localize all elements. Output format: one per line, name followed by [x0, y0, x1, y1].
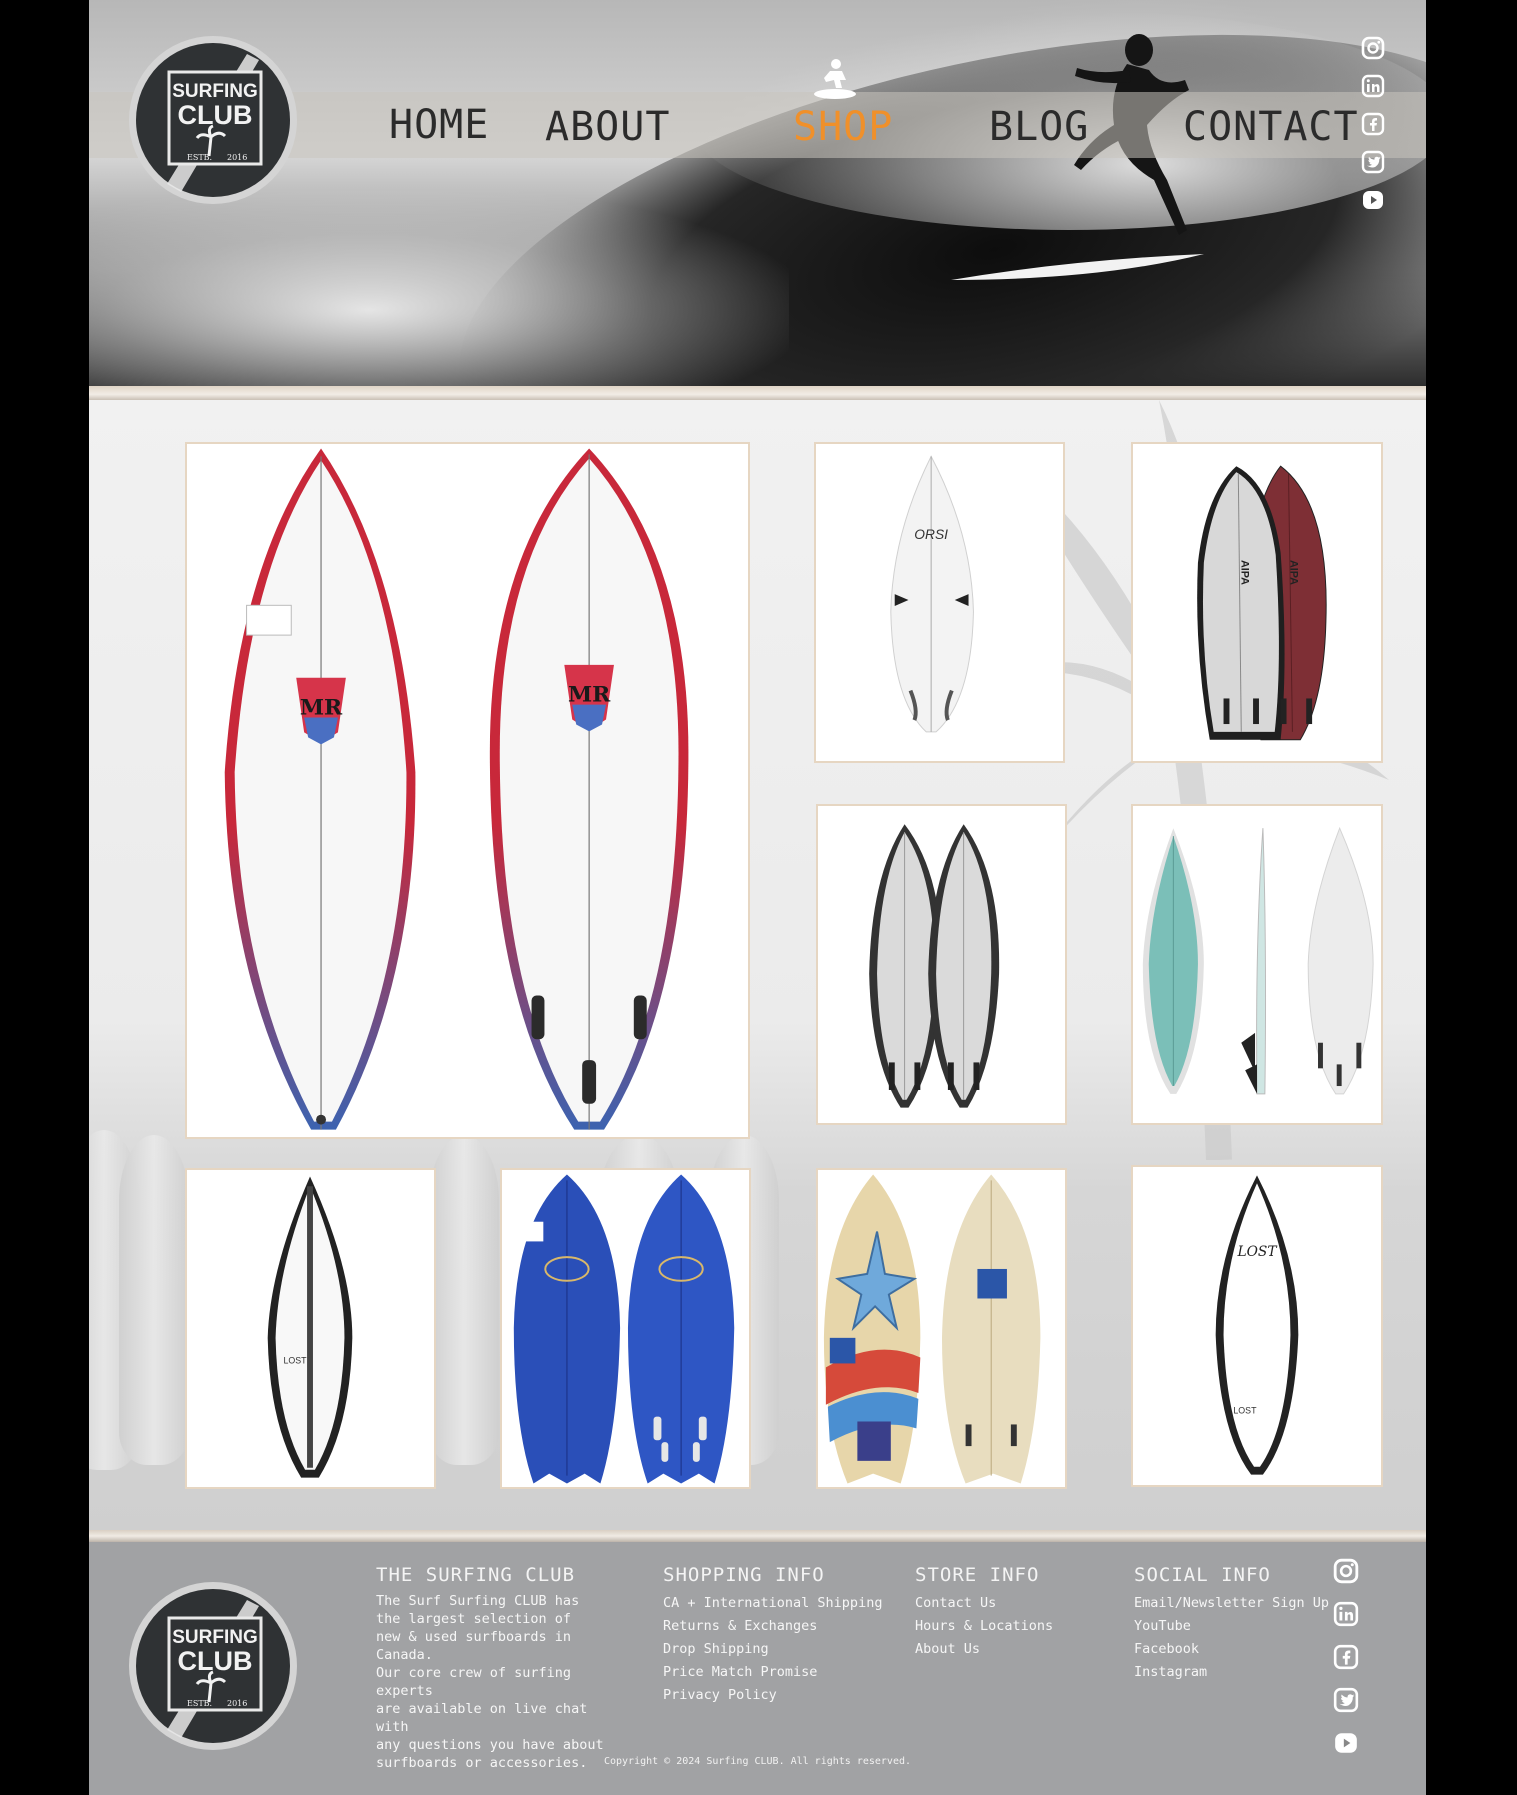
logo-badge: SURFING CLUB ESTB. 2016 [129, 1582, 297, 1750]
product-card-lost-shortboard[interactable]: LOST LOST [1131, 1165, 1383, 1487]
blue-fish-board-image [513, 1174, 735, 1484]
background-board [429, 1135, 499, 1465]
svg-text:AIPA: AIPA [1287, 560, 1299, 585]
footer-shopping-column: SHOPPING INFO CA + International Shippin… [663, 1564, 882, 1707]
product-card-grey-twin[interactable] [816, 804, 1067, 1125]
product-card-vintage-star-fish[interactable] [816, 1168, 1067, 1489]
hero-divider [89, 386, 1426, 400]
instagram-icon[interactable] [1333, 1558, 1359, 1584]
black-rail-shortboard-image: LOST [267, 1176, 353, 1478]
nav-about[interactable]: ABOUT [545, 104, 670, 150]
logo-year: 2016 [227, 153, 247, 162]
product-card-mr-twin[interactable]: MR MR [185, 442, 750, 1139]
grey-twin-board-image [869, 824, 1000, 1108]
background-board [119, 1135, 189, 1465]
footer-link-drop-shipping[interactable]: Drop Shipping [663, 1638, 882, 1661]
gallery-divider [89, 1530, 1426, 1542]
footer: SURFING CLUB ESTB. 2016 THE SURFING CLUB… [89, 1542, 1426, 1795]
footer-link-facebook[interactable]: Facebook [1134, 1638, 1329, 1661]
teal-shortboard-image [1142, 826, 1374, 1095]
youtube-icon[interactable] [1361, 188, 1385, 212]
footer-link-newsletter[interactable]: Email/Newsletter Sign Up [1134, 1592, 1329, 1615]
facebook-icon[interactable] [1333, 1644, 1359, 1670]
logo[interactable]: SURFING CLUB ESTB. 2016 [127, 34, 299, 206]
product-card-teal-shortboard[interactable] [1131, 804, 1383, 1125]
svg-text:MR: MR [568, 682, 611, 708]
logo-line2: CLUB [178, 100, 253, 130]
svg-text:MR: MR [300, 695, 343, 721]
logo-estb: ESTB. [187, 1699, 212, 1708]
footer-logo[interactable]: SURFING CLUB ESTB. 2016 [127, 1580, 299, 1752]
twitter-icon[interactable] [1361, 150, 1385, 174]
surfboard-silhouette [951, 254, 1204, 280]
page: HOME ABOUT SHOP BLOG CONTACT SURFING CLU… [89, 0, 1426, 1795]
twitter-icon[interactable] [1333, 1687, 1359, 1713]
footer-link-instagram[interactable]: Instagram [1134, 1661, 1329, 1684]
product-card-white-shortboard[interactable]: ORSI [814, 442, 1065, 763]
nav-shop[interactable]: SHOP [793, 104, 893, 150]
svg-text:AIPA: AIPA [1238, 560, 1250, 585]
footer-social-column: SOCIAL INFO Email/Newsletter Sign Up You… [1134, 1564, 1329, 1684]
lost-shortboard-image: LOST LOST [1215, 1175, 1299, 1475]
footer-link-youtube[interactable]: YouTube [1134, 1615, 1329, 1638]
nav-contact[interactable]: CONTACT [1183, 104, 1359, 150]
footer-link-price-match[interactable]: Price Match Promise [663, 1661, 882, 1684]
white-shortboard-image: ORSI [890, 455, 974, 733]
footer-store-heading: STORE INFO [915, 1564, 1040, 1586]
nav-home[interactable]: HOME [389, 102, 489, 148]
copyright-text: Copyright © 2024 Surfing CLUB. All right… [603, 1756, 912, 1767]
linkedin-icon[interactable] [1361, 74, 1385, 98]
burgundy-twin-board-image: AIPA AIPA [1197, 465, 1327, 741]
surfer-icon [814, 59, 856, 99]
svg-text:LOST: LOST [1233, 1406, 1257, 1416]
svg-text:LOST: LOST [1236, 1244, 1278, 1260]
hero-banner: HOME ABOUT SHOP BLOG CONTACT SURFING CLU… [89, 0, 1426, 386]
product-card-burgundy-twin[interactable]: AIPA AIPA [1131, 442, 1383, 763]
product-gallery: MR MR ORSI AIPA AIPA LOST LOST LOST [89, 400, 1426, 1530]
footer-link-privacy[interactable]: Privacy Policy [663, 1684, 882, 1707]
logo-badge: SURFING CLUB ESTB. 2016 [129, 36, 297, 204]
mr-twin-board-image: MR MR [224, 448, 689, 1130]
product-card-blue-fish[interactable] [500, 1168, 751, 1489]
footer-about-text: The Surf Surfing CLUB has the largest se… [376, 1593, 604, 1771]
footer-social-heading: SOCIAL INFO [1134, 1564, 1271, 1586]
linkedin-icon[interactable] [1333, 1601, 1359, 1627]
youtube-icon[interactable] [1333, 1730, 1359, 1756]
footer-link-hours[interactable]: Hours & Locations [915, 1615, 1053, 1638]
instagram-icon[interactable] [1361, 36, 1385, 60]
footer-store-column: STORE INFO Contact Us Hours & Locations … [915, 1564, 1053, 1661]
vintage-star-fish-board-image [823, 1174, 1041, 1484]
svg-text:LOST: LOST [283, 1355, 307, 1365]
logo-line1: SURFING [172, 81, 258, 102]
logo-estb: ESTB. [187, 153, 212, 162]
wave-spray [89, 190, 789, 386]
footer-about-heading: THE SURFING CLUB [376, 1564, 576, 1586]
product-card-black-rail-shortboard[interactable]: LOST [185, 1168, 436, 1489]
footer-about-column: THE SURFING CLUB The Surf Surfing CLUB h… [376, 1564, 626, 1772]
facebook-icon[interactable] [1361, 112, 1385, 136]
svg-text:ORSI: ORSI [914, 527, 948, 542]
logo-line1: SURFING [172, 1627, 258, 1648]
logo-line2: CLUB [178, 1646, 253, 1676]
footer-shopping-heading: SHOPPING INFO [663, 1564, 825, 1586]
footer-link-shipping[interactable]: CA + International Shipping [663, 1592, 882, 1615]
nav-blog[interactable]: BLOG [989, 104, 1089, 150]
footer-link-returns[interactable]: Returns & Exchanges [663, 1615, 882, 1638]
footer-link-contact[interactable]: Contact Us [915, 1592, 1053, 1615]
logo-year: 2016 [227, 1699, 247, 1708]
footer-link-about[interactable]: About Us [915, 1638, 1053, 1661]
